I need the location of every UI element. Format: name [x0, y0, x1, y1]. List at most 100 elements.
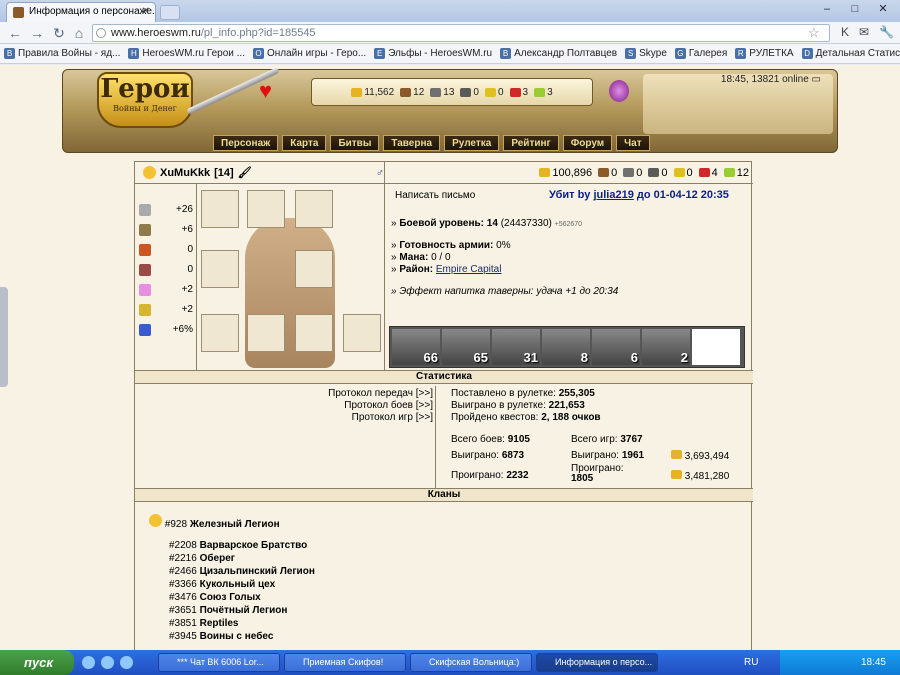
forward-icon[interactable]: →	[28, 24, 46, 42]
close-tab-icon[interactable]: ✕	[142, 6, 150, 17]
menu-item-3[interactable]: Таверна	[383, 135, 441, 151]
menu-item-7[interactable]: Чат	[616, 135, 650, 151]
extension-icons: K ✉ 🔧	[841, 25, 894, 39]
windows-taskbar: пуск *** Чат ВК 6006 Lor... Приемная Скиф…	[0, 650, 900, 675]
bookmark-item[interactable]: S Skype	[625, 48, 667, 59]
bookmark-item[interactable]: O Онлайн игры - Геро...	[252, 48, 366, 59]
ie-icon[interactable]	[82, 656, 95, 669]
char-resource-value: 0	[686, 166, 693, 179]
district-link[interactable]: Empire Capital	[436, 264, 502, 275]
back-icon[interactable]: ←	[6, 24, 24, 42]
stat-row: +2	[139, 304, 193, 316]
army-unit[interactable]: 2	[642, 329, 690, 365]
stat-row: +26	[139, 204, 193, 216]
bookmark-favicon-icon: O	[252, 48, 264, 59]
wood-icon	[400, 87, 412, 97]
gem-icon	[139, 324, 151, 336]
globe-icon	[96, 28, 106, 38]
minimize-icon[interactable]: –	[814, 1, 840, 18]
bookmark-item[interactable]: E Эльфы - HeroesWM.ru	[374, 48, 492, 59]
skype-icon[interactable]	[120, 656, 133, 669]
bookmark-item[interactable]: B Александр Полтавцев	[500, 48, 617, 59]
lost-games: Проиграно: 1805	[571, 464, 624, 484]
reload-icon[interactable]: ↻	[50, 24, 68, 42]
clan-item[interactable]: #3366 Кукольный цех	[169, 579, 275, 590]
clan-item[interactable]: #3476 Союз Голых	[169, 592, 261, 603]
wrench-icon[interactable]: 🔧	[879, 25, 894, 39]
bookmark-favicon-icon: S	[625, 48, 637, 59]
clan-item[interactable]: #3945 Воины с небес	[169, 631, 273, 642]
game-logo[interactable]: Герои Войны и Денег	[97, 72, 193, 128]
bookmark-item[interactable]: G Галерея	[674, 48, 727, 59]
equip-slot-boots[interactable]	[247, 314, 285, 352]
equip-slot-mount[interactable]	[343, 314, 381, 352]
clan-name: Оберег	[199, 553, 235, 564]
protocol-link[interactable]: Протокол передач [>>]	[328, 388, 433, 399]
menu-item-4[interactable]: Рулетка	[444, 135, 500, 151]
clan-item[interactable]: #2466 Цизальпинский Легион	[169, 566, 315, 577]
char-resource-crystal: 4	[698, 167, 718, 179]
address-bar[interactable]: www.heroeswm.ru/pl_info.php?id=185545	[92, 24, 830, 42]
main-clan[interactable]: #928 Железный Легион	[149, 514, 280, 530]
army-unit[interactable]: 6	[592, 329, 640, 365]
clan-item[interactable]: #3851 Reptiles	[169, 618, 239, 629]
protocol-link[interactable]: Протокол игр [>>]	[352, 412, 433, 423]
extension-k-icon[interactable]: K	[841, 25, 849, 39]
army-unit[interactable]: 65	[442, 329, 490, 365]
menu-item-6[interactable]: Форум	[562, 135, 613, 151]
side-handle[interactable]	[0, 287, 8, 387]
ore-icon	[430, 87, 442, 97]
char-resource-ore: 0	[623, 167, 642, 179]
extension-mail-icon[interactable]: ✉	[859, 25, 869, 39]
equip-slot-amulet[interactable]	[295, 190, 333, 228]
home-icon[interactable]: ⌂	[70, 24, 88, 42]
maximize-icon[interactable]: □	[842, 1, 868, 18]
language-indicator[interactable]: RU	[744, 657, 758, 668]
equip-slot-weapon[interactable]	[201, 314, 239, 352]
character-name[interactable]: XuMuKkk	[160, 167, 210, 179]
bookmark-item[interactable]: H HeroesWM.ru Герои ...	[128, 48, 245, 59]
killer-link[interactable]: julia219	[593, 189, 633, 201]
bookmark-star-icon[interactable]: ☆	[808, 25, 820, 41]
mercury-icon	[460, 87, 472, 97]
new-tab-button[interactable]	[160, 5, 180, 20]
district-label: Район:	[399, 264, 434, 275]
protocol-link[interactable]: Протокол боев [>>]	[344, 400, 433, 411]
bookmark-item[interactable]: B Правила Войны - яд...	[4, 48, 120, 59]
mana-potion-icon	[609, 80, 629, 102]
taskbar-window[interactable]: Скифская Вольница:)	[410, 653, 532, 672]
crystal-icon	[698, 168, 710, 177]
equip-slot-shield[interactable]	[295, 314, 333, 352]
char-resource-sulfur: 0	[673, 166, 693, 179]
killed-by-label: Убит by	[549, 189, 591, 201]
resource-mercury: 0	[460, 87, 479, 98]
taskbar-window[interactable]: Информация о персо...	[536, 653, 658, 672]
clan-item[interactable]: #3651 Почётный Легион	[169, 605, 287, 616]
equip-slot-ring[interactable]	[201, 190, 239, 228]
clan-item[interactable]: #2208 Варварское Братство	[169, 540, 307, 551]
write-letter-link[interactable]: Написать письмо	[395, 190, 475, 201]
close-window-icon[interactable]: ✕	[870, 1, 896, 18]
army-unit[interactable]	[692, 329, 740, 365]
bookmark-item[interactable]: DДетальная Статист...	[801, 48, 900, 59]
bookmark-item[interactable]: R РУЛЕТКА	[735, 48, 794, 59]
char-resource-mercury: 0	[648, 167, 668, 179]
won-gold: 3,693,494	[671, 450, 729, 462]
start-button[interactable]: пуск	[0, 650, 74, 675]
equip-slot-helmet[interactable]	[247, 190, 285, 228]
equip-slot-ring2[interactable]	[201, 250, 239, 288]
equip-slot-armor[interactable]	[295, 250, 333, 288]
taskbar-window[interactable]: Приемная Скифов!	[284, 653, 406, 672]
menu-item-5[interactable]: Рейтинг	[503, 135, 559, 151]
menu-item-0[interactable]: Персонаж	[213, 135, 279, 151]
browser-tab[interactable]: Информация о персонаже. ✕	[6, 2, 156, 22]
menu-item-1[interactable]: Карта	[282, 135, 327, 151]
total-battles-label: Всего боев:	[451, 434, 505, 445]
clan-item[interactable]: #2216 Оберег	[169, 553, 235, 564]
army-unit[interactable]: 8	[542, 329, 590, 365]
taskbar-window[interactable]: *** Чат ВК 6006 Lor...	[158, 653, 280, 672]
chrome-icon[interactable]	[101, 656, 114, 669]
menu-item-2[interactable]: Битвы	[330, 135, 380, 151]
army-unit[interactable]: 66	[392, 329, 440, 365]
army-unit[interactable]: 31	[492, 329, 540, 365]
